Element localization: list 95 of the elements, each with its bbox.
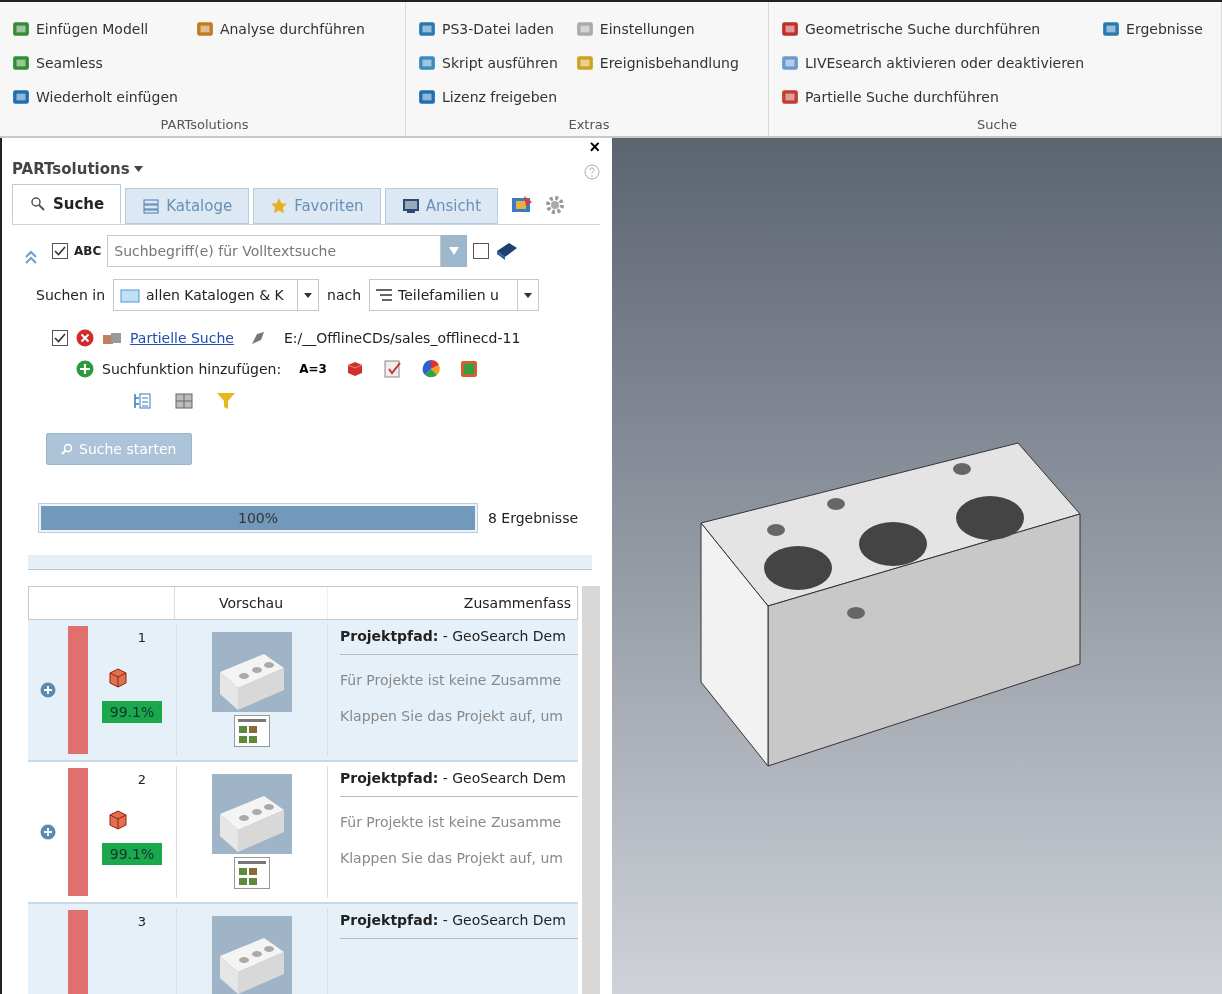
ribbon-button[interactable]: Analyse durchführen (195, 16, 365, 42)
row-number: 1 (137, 630, 147, 645)
ribbon-button[interactable]: Ereignisbehandlung (575, 50, 739, 76)
expand-icon[interactable] (40, 682, 56, 698)
tile-icon (575, 54, 594, 72)
group-label: PARTsolutions (159, 117, 250, 134)
project-path: Projektpfad: - GeoSearch Dem (340, 628, 578, 655)
tile-icon (781, 20, 799, 38)
checklist-icon[interactable] (382, 359, 403, 379)
close-button[interactable]: × (589, 138, 600, 156)
ribbon-button[interactable]: Seamless (12, 50, 178, 76)
partial-search-link[interactable]: Partielle Suche (130, 330, 234, 346)
caret-icon (449, 247, 460, 255)
ribbon-button[interactable]: PS3-Datei laden (418, 16, 558, 42)
collapse-icon[interactable] (24, 249, 38, 265)
tile-icon (418, 88, 436, 106)
search-field[interactable]: Suchbegriff(e) für Volltextsuche (107, 235, 442, 267)
by-label: nach (327, 287, 362, 303)
progress-text: 100% (237, 509, 279, 528)
panel-title-menu[interactable]: PARTsolutions (12, 160, 143, 178)
catalog-path: E:/__OfflineCDs/sales_offlinecd-11 (283, 330, 521, 346)
abc-label: ABC (74, 244, 102, 258)
type-dropdown[interactable]: Teilefamilien u (369, 279, 540, 311)
project-path: Projektpfad: - GeoSearch Dem (340, 912, 578, 939)
3d-viewport[interactable] (612, 138, 1222, 994)
tab[interactable]: Suche (12, 184, 122, 224)
result-row[interactable]: 2 99.1% Projektpfad: - GeoSearch Dem Für Projekte ist keine Zusamme Klappen Sie das Projekt auf, um (28, 762, 578, 904)
result-count: 8 Ergebnisse (488, 510, 579, 526)
tile-icon (195, 20, 214, 38)
document-preview-icon (234, 715, 270, 747)
checkbox[interactable] (52, 330, 68, 346)
result-row[interactable]: 3 Projektpfad: - GeoSearch Dem (28, 904, 578, 994)
summary-text: Für Projekte ist keine Zusamme (340, 813, 563, 832)
scrollbar[interactable] (582, 586, 600, 994)
tile-icon (12, 88, 30, 106)
caret-icon (524, 292, 533, 298)
ribbon-button[interactable]: Einstellungen (575, 16, 739, 42)
cube-icon (107, 667, 129, 689)
group-label: Suche (976, 117, 1018, 134)
checkbox[interactable] (473, 243, 490, 259)
search-icon (61, 443, 73, 455)
folder-icon (120, 287, 141, 303)
caret-icon (133, 166, 143, 172)
ribbon-button[interactable]: Partielle Suche durchführen (781, 84, 1085, 110)
ribbon-button[interactable]: Lizenz freigeben (418, 84, 558, 110)
cube-icon (107, 809, 129, 831)
monitor-icon (401, 198, 420, 214)
equals-tool-button[interactable]: A=3 (299, 362, 327, 376)
tile-icon (781, 54, 799, 72)
color-wheel-icon[interactable] (420, 359, 441, 379)
tile-icon (12, 54, 30, 72)
stack-icon (142, 198, 161, 214)
tile-icon (1102, 20, 1121, 38)
grid-icon[interactable] (174, 391, 194, 411)
column-header[interactable]: Vorschau (218, 595, 284, 611)
column-header[interactable]: Zusammenfass (328, 595, 577, 611)
summary-text: Klappen Sie das Projekt auf, um (340, 707, 564, 726)
group-label: Extras (567, 117, 611, 134)
caret-icon (304, 292, 313, 298)
document-preview-icon (234, 857, 270, 889)
pin-icon (249, 330, 266, 346)
summary-text: Klappen Sie das Projekt auf, um (340, 849, 564, 868)
ribbon-button[interactable]: LIVEsearch aktivieren oder deaktivieren (781, 50, 1085, 76)
row-number: 2 (137, 772, 147, 787)
row-number: 3 (137, 914, 147, 929)
box-icon[interactable] (458, 359, 479, 379)
project-path: Projektpfad: - GeoSearch Dem (340, 770, 578, 797)
tile-icon (781, 88, 799, 106)
gear-icon[interactable] (544, 194, 566, 216)
search-icon (29, 196, 47, 212)
dropdown-button[interactable] (441, 235, 468, 267)
search-in-label: Suchen in (36, 287, 106, 303)
ribbon-button[interactable]: Einfügen Modell (12, 16, 178, 42)
add-function-label: Suchfunktion hinzufügen: (102, 361, 282, 377)
catalog-dropdown[interactable]: allen Katalogen & K (113, 279, 320, 311)
tile-icon (12, 20, 30, 38)
list-icon (376, 289, 393, 301)
match-score: 99.1% (102, 843, 162, 865)
star-icon (270, 198, 289, 214)
blocks-icon (102, 331, 122, 345)
tile-icon (575, 20, 594, 38)
match-score: 99.1% (102, 701, 162, 723)
expand-icon[interactable] (40, 824, 56, 840)
checkbox[interactable] (52, 243, 68, 259)
add-icon[interactable] (76, 360, 94, 378)
tile-icon (418, 54, 436, 72)
tile-icon (418, 20, 436, 38)
tree-icon[interactable] (132, 391, 152, 411)
remove-icon[interactable] (76, 329, 94, 347)
ribbon-button[interactable]: Wiederholt einfügen (12, 84, 178, 110)
ribbon-button[interactable]: Ergebnisse (1102, 16, 1203, 42)
result-row[interactable]: 1 99.1% Projektpfad: - GeoSearch Dem Für Projekte ist keine Zusamme Klappen Sie das Projekt auf, um (28, 620, 578, 762)
summary-text: Für Projekte ist keine Zusamme (340, 671, 563, 690)
ribbon-button[interactable]: Skript ausführen (418, 50, 558, 76)
ribbon-button[interactable]: Geometrische Suche durchführen (781, 16, 1085, 42)
